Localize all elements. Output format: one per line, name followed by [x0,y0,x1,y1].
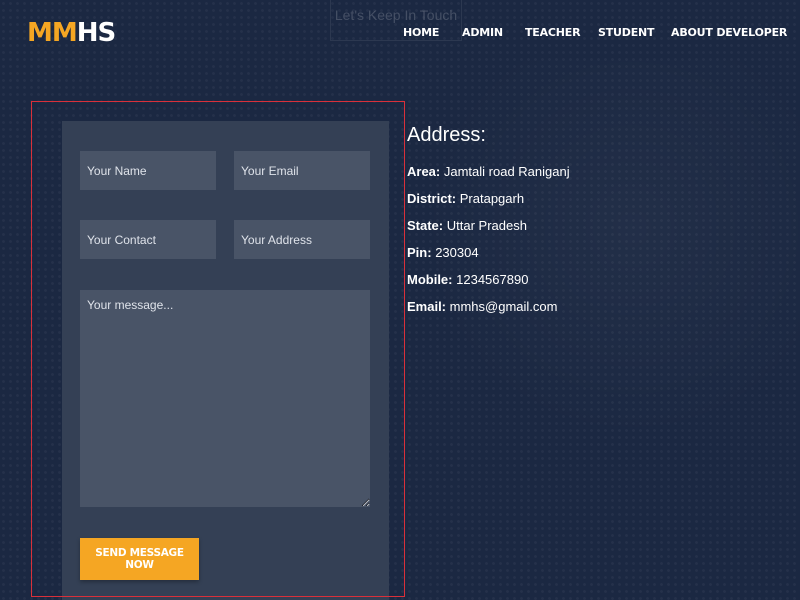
send-message-button[interactable]: SEND MESSAGE NOW [80,538,199,580]
address-heading: Address: [407,124,486,146]
address-value: Pratapgarh [459,191,525,206]
nav-item-admin[interactable]: ADMIN [462,26,503,39]
site-logo[interactable]: MMHS [27,18,116,48]
address-label: Pin: [407,245,432,260]
address-label: Email: [407,299,447,314]
address-value: mmhs@gmail.com [449,299,558,314]
email-input[interactable] [234,151,370,190]
contact-input[interactable] [80,220,216,259]
nav-item-about-developer[interactable]: ABOUT DEVELOPER [671,26,787,39]
address-line-district: District: Pratapgarh [407,185,787,212]
address-line-state: State: Uttar Pradesh [407,212,787,239]
address-label: District: [407,191,457,206]
nav-item-student[interactable]: STUDENT [598,26,655,39]
name-input[interactable] [80,151,216,190]
address-line-email: Email: mmhs@gmail.com [407,293,787,320]
address-line-mobile: Mobile: 1234567890 [407,266,787,293]
address-line-pin: Pin: 230304 [407,239,787,266]
address-label: Mobile: [407,272,453,287]
nav-item-teacher[interactable]: TEACHER [525,26,581,39]
logo-part-accent: MM [27,18,78,48]
message-textarea[interactable] [80,290,370,507]
nav-item-home[interactable]: HOME [403,26,439,39]
address-value: Jamtali road Raniganj [443,164,570,179]
address-value: 230304 [435,245,479,260]
address-block: Address: Area: Jamtali road Raniganj Dis… [407,122,787,320]
address-input[interactable] [234,220,370,259]
address-label: Area: [407,164,441,179]
address-line-area: Area: Jamtali road Raniganj [407,158,787,185]
address-label: State: [407,218,444,233]
tagline: Let's Keep In Touch [330,0,462,41]
address-value: Uttar Pradesh [446,218,527,233]
address-value: 1234567890 [456,272,529,287]
logo-part-white: HS [76,18,116,48]
